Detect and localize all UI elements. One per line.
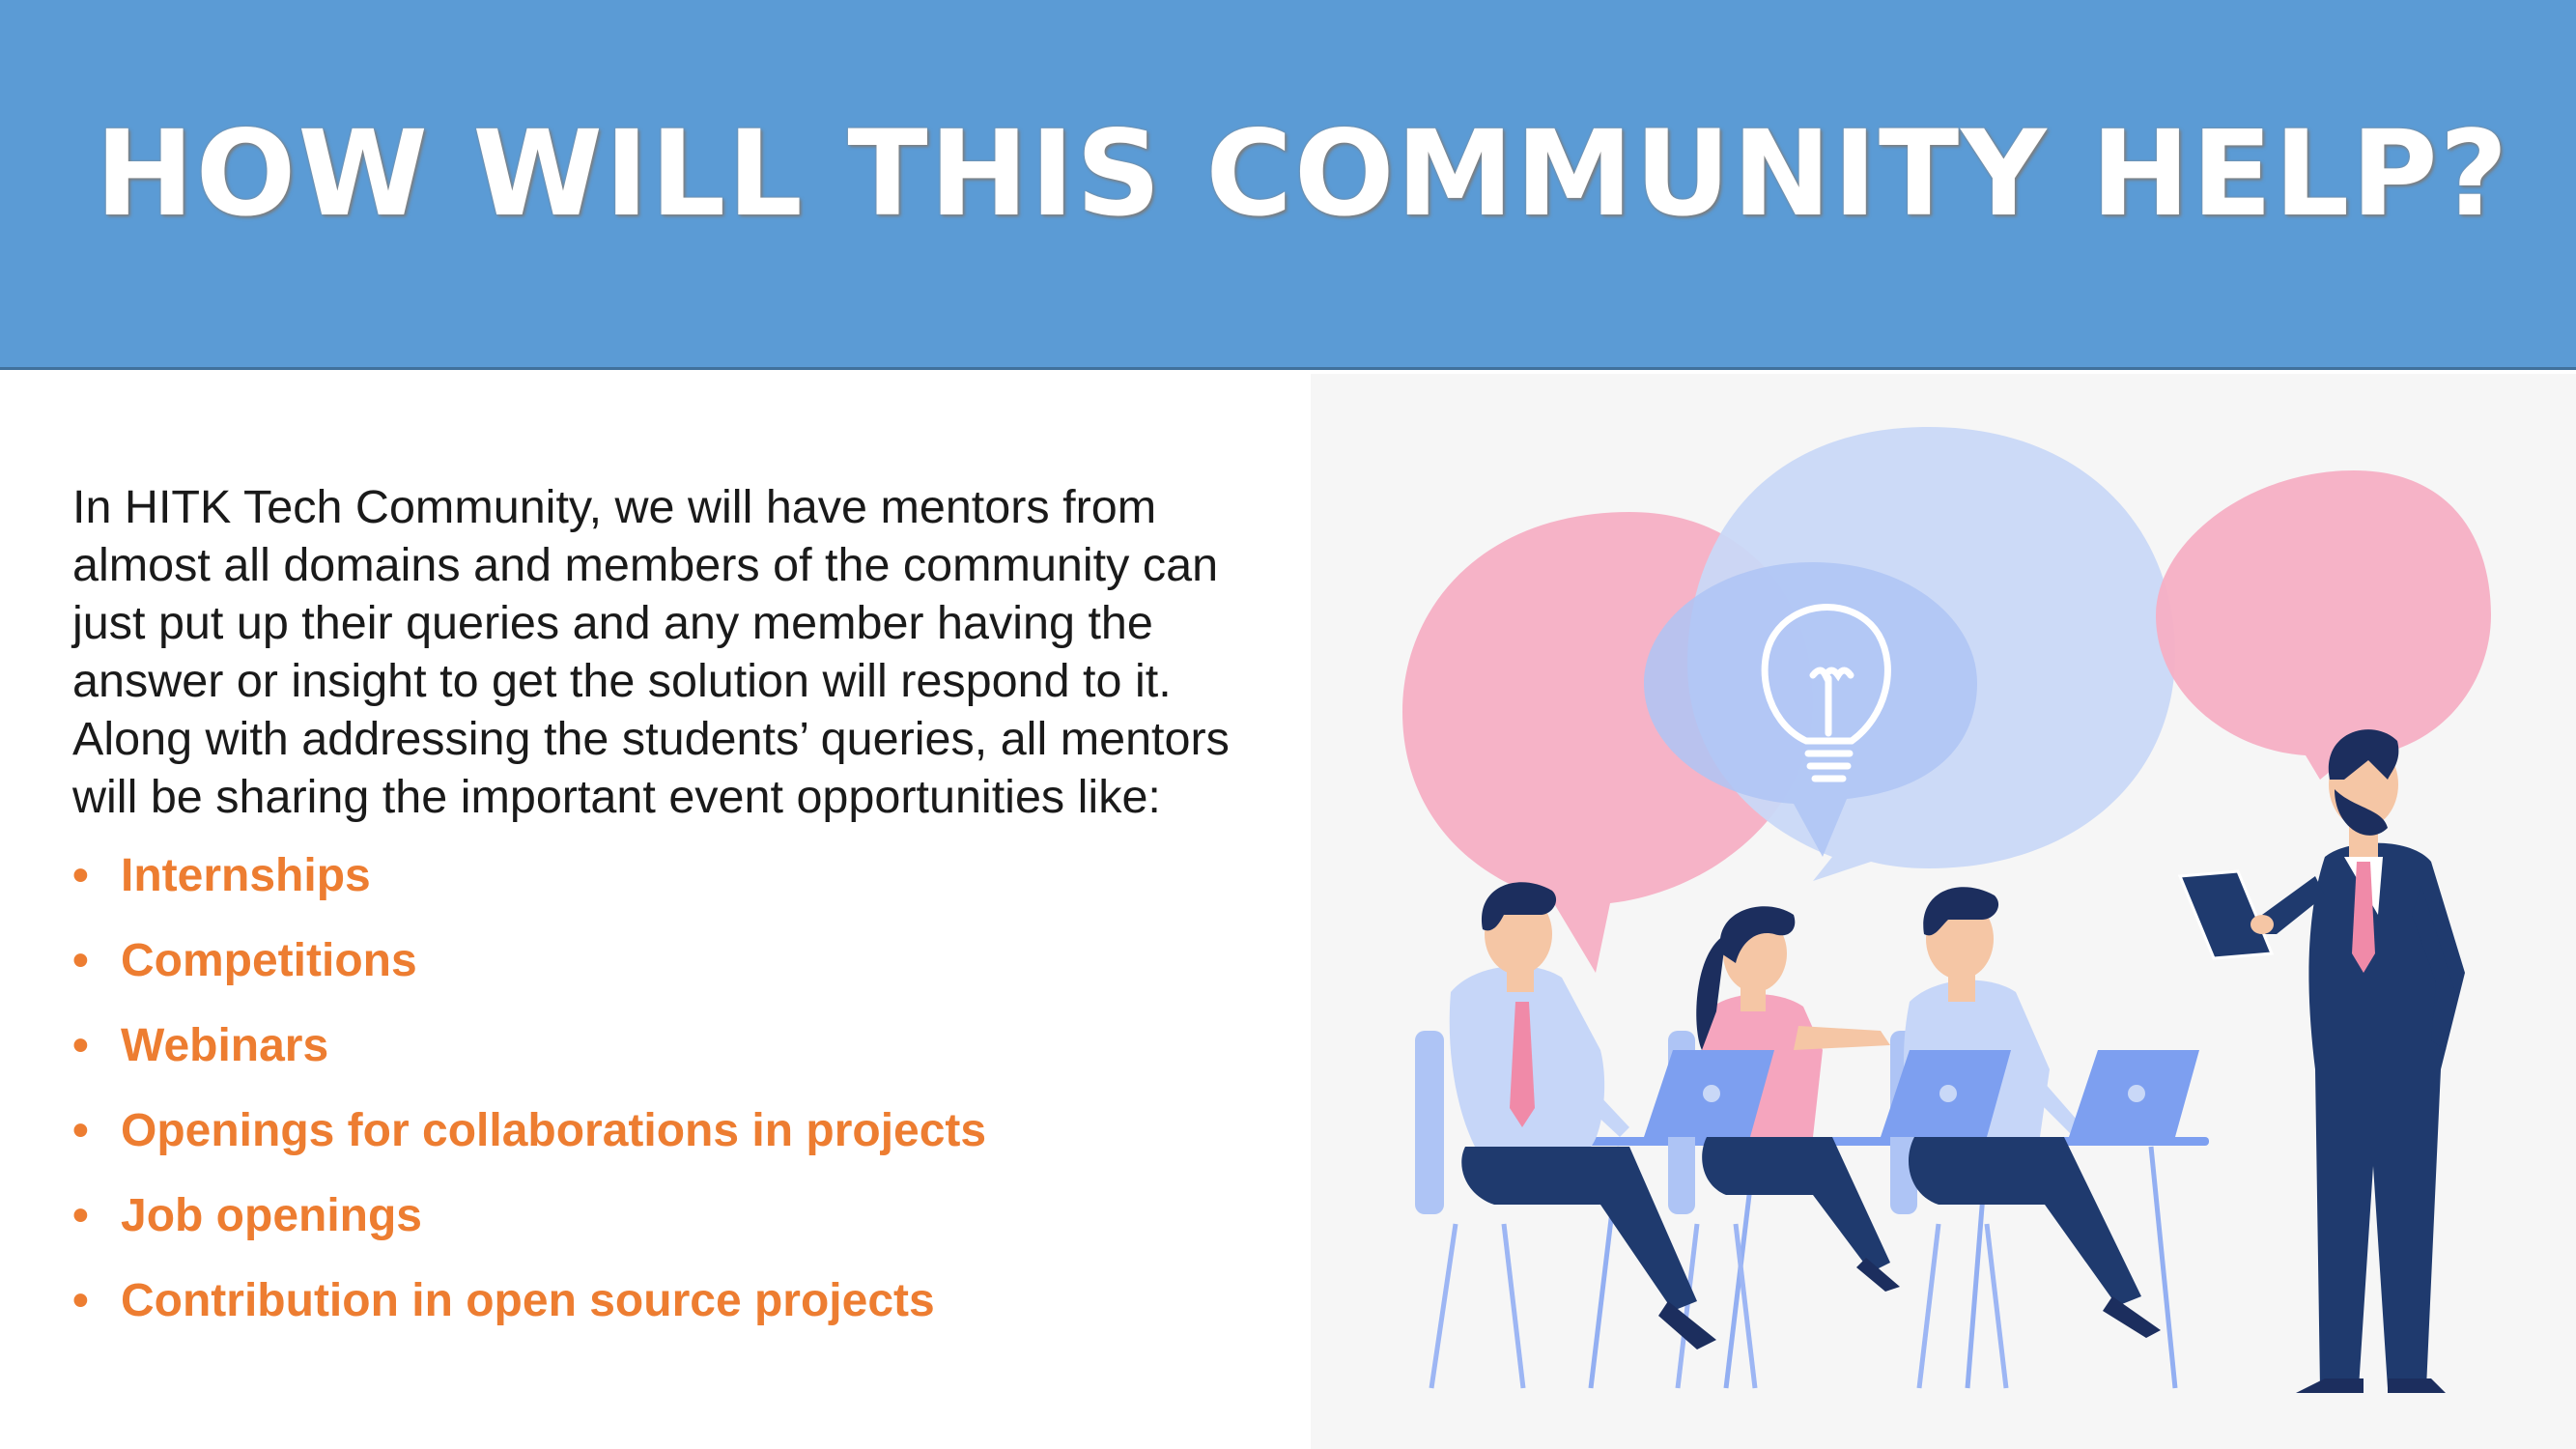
bullet-icon: • bbox=[72, 1190, 89, 1241]
list-item: • Internships bbox=[72, 839, 1299, 924]
list-item-label: Competitions bbox=[121, 935, 417, 986]
list-item-label: Openings for collaborations in projects bbox=[121, 1105, 987, 1156]
list-item: • Contribution in open source projects bbox=[72, 1264, 1299, 1350]
tablet-icon bbox=[2177, 869, 2275, 960]
list-item-label: Webinars bbox=[121, 1020, 329, 1071]
content-panel: In HITK Tech Community, we will have men… bbox=[72, 478, 1299, 1350]
list-item-label: Internships bbox=[121, 850, 371, 901]
bullet-icon: • bbox=[72, 1020, 89, 1071]
list-item-label: Job openings bbox=[121, 1190, 422, 1241]
standing-man bbox=[2257, 729, 2465, 1393]
slide-title: HOW WILL THIS COMMUNITY HELP? bbox=[95, 105, 2510, 242]
bullet-icon: • bbox=[72, 935, 89, 986]
opportunities-list: • Internships • Competitions • Webinars • Op… bbox=[72, 839, 1299, 1350]
bullet-icon: • bbox=[72, 1275, 89, 1326]
list-item: • Openings for collaborations in projects bbox=[72, 1094, 1299, 1179]
title-banner: HOW WILL THIS COMMUNITY HELP? bbox=[0, 0, 2576, 370]
laptops bbox=[1644, 1050, 2199, 1137]
team-meeting-illustration bbox=[1311, 374, 2576, 1449]
list-item: • Job openings bbox=[72, 1179, 1299, 1264]
intro-paragraph: In HITK Tech Community, we will have men… bbox=[72, 481, 1230, 823]
list-item-label: Contribution in open source projects bbox=[121, 1275, 935, 1326]
list-item: • Competitions bbox=[72, 924, 1299, 1009]
speech-bubble-right bbox=[2156, 470, 2491, 780]
list-item: • Webinars bbox=[72, 1009, 1299, 1094]
bullet-icon: • bbox=[72, 850, 89, 901]
bullet-icon: • bbox=[72, 1105, 89, 1156]
